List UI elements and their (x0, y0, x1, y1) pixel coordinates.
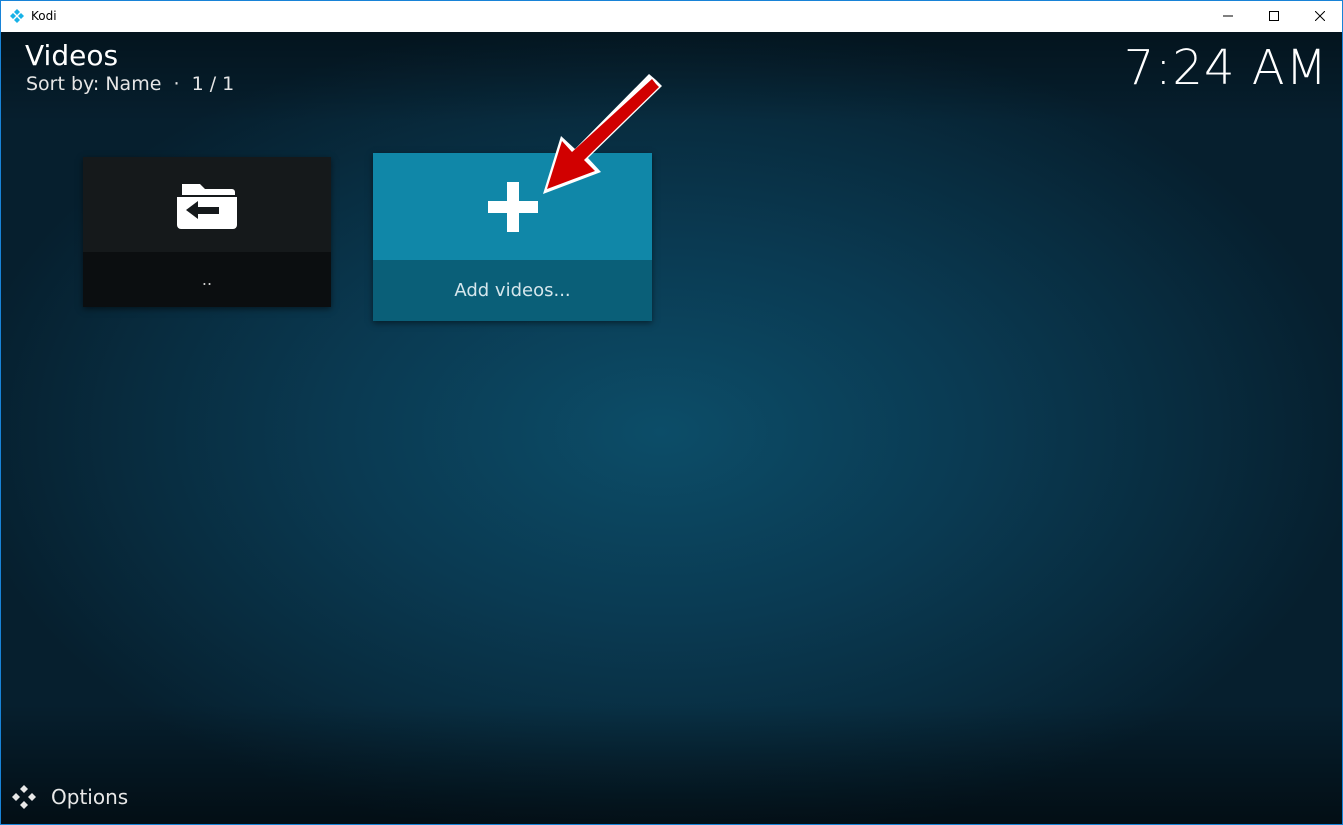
kodi-logo-icon (10, 9, 24, 23)
parent-folder-thumb (83, 157, 331, 252)
maximize-button[interactable] (1251, 1, 1297, 31)
page-title: Videos (25, 39, 119, 72)
maximize-icon (1269, 11, 1279, 21)
window-title: Kodi (31, 9, 57, 23)
parent-folder-tile[interactable]: .. (83, 157, 331, 307)
sort-info[interactable]: Sort by: Name · 1 / 1 (26, 73, 234, 95)
annotation-arrow-icon (543, 74, 662, 194)
minimize-icon (1223, 15, 1233, 17)
close-button[interactable] (1297, 1, 1342, 31)
kodi-content: Videos Sort by: Name · 1 / 1 7:24 AM .. (1, 32, 1342, 824)
bottom-shade (1, 704, 1342, 824)
clock: 7:24 AM (1123, 40, 1328, 96)
close-icon (1315, 11, 1325, 21)
minimize-button[interactable] (1205, 1, 1251, 31)
options-button[interactable]: Options (11, 784, 128, 810)
folder-back-icon (177, 183, 237, 229)
options-icon (12, 785, 36, 809)
title-bar: Kodi (1, 1, 1342, 31)
add-videos-label: Add videos... (373, 260, 652, 321)
options-label: Options (51, 785, 129, 809)
kodi-window: Kodi Videos Sort by: Name · 1 / 1 7:24 A… (0, 0, 1343, 825)
parent-folder-label: .. (83, 252, 331, 307)
